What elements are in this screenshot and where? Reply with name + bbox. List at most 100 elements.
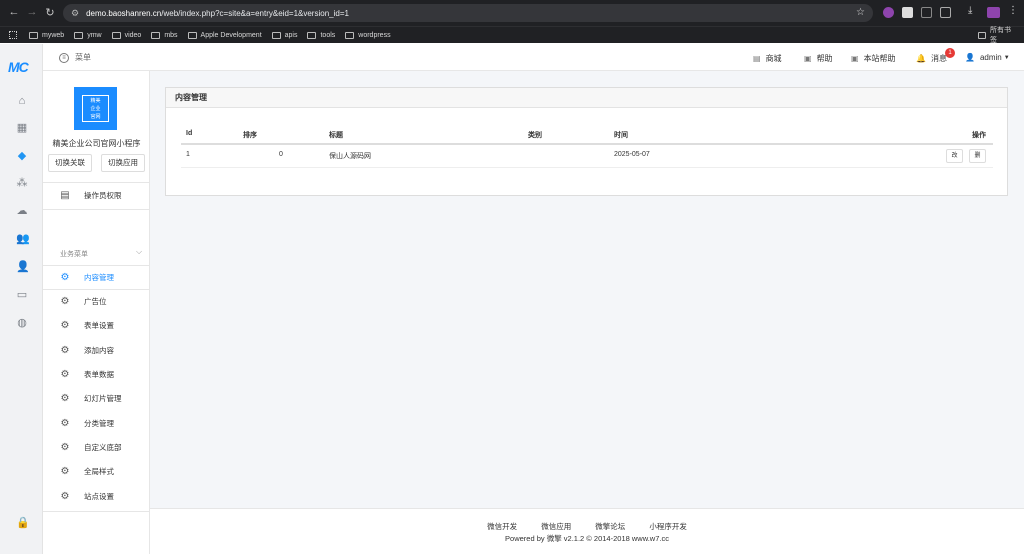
gear-icon: ⚙ [60, 344, 70, 356]
sidebar-item-slides[interactable]: ⚙ 幻灯片管理 [43, 387, 150, 409]
nav-site-help[interactable]: ▣ 本站帮助 [851, 53, 896, 64]
col-header-category: 类别 [528, 132, 542, 139]
folder-icon [187, 31, 197, 39]
sidebar-item-add-content[interactable]: ⚙ 添加内容 [43, 339, 150, 361]
switch-link-button[interactable]: 切换关联 [48, 154, 92, 172]
footer-links: 微信开发 微信应用 微擎论坛 小程序开发 [150, 521, 1024, 532]
col-header-actions: 操作 [972, 132, 986, 139]
url-host: demo.baoshanren.cn [86, 8, 162, 18]
delete-button[interactable]: 删 [969, 149, 986, 163]
extension-icon[interactable] [921, 7, 932, 18]
sidebar-item-form-data[interactable]: ⚙ 表单数据 [43, 363, 150, 385]
col-header-title: 标题 [329, 132, 343, 139]
lock-icon[interactable]: 🔒 [16, 517, 30, 529]
col-header-id: Id [186, 130, 193, 137]
extension-icon[interactable] [902, 7, 913, 18]
col-header-time: 时间 [614, 132, 628, 139]
cell-order: 0 [279, 151, 283, 158]
user-settings-icon[interactable]: 👤 [16, 261, 30, 273]
home-icon[interactable]: ⌂ [16, 95, 28, 107]
edit-button[interactable]: 改 [946, 149, 963, 163]
message-badge: 1 [945, 48, 955, 58]
gear-icon: ⚙ [60, 490, 70, 502]
cube-icon[interactable]: ◆ [16, 150, 28, 162]
gear-icon: ⚙ [60, 271, 70, 283]
gear-icon: ⚙ [60, 319, 70, 331]
footer-link[interactable]: 小程序开发 [649, 522, 687, 531]
cell-id: 1 [186, 151, 190, 158]
sidebar-item-operator-permission[interactable]: ▤ 操作员权限 [43, 184, 150, 206]
url-path: /web/index.php?c=site&a=entry&eid=1&vers… [161, 8, 349, 18]
folder-icon [271, 31, 281, 39]
bell-icon: 🔔 [916, 54, 926, 63]
bookmark-item[interactable]: tools [307, 31, 335, 39]
cell-time: 2025-05-07 [614, 151, 650, 158]
gear-icon: ⚙ [60, 465, 70, 477]
menu-label: 菜单 [75, 53, 91, 62]
col-header-order: 排序 [243, 132, 257, 139]
nav-help[interactable]: ▣ 帮助 [804, 53, 833, 64]
gear-icon: ⚙ [60, 417, 70, 429]
download-icon[interactable]: ⤓ [968, 5, 979, 16]
book-icon: ▣ [851, 54, 859, 63]
bookmark-item[interactable]: Apple Development [187, 31, 262, 39]
forward-icon[interactable]: → [24, 6, 40, 18]
file-icon: ▤ [60, 189, 70, 201]
sidebar-item-custom-footer[interactable]: ⚙ 自定义底部 [43, 436, 150, 458]
back-icon[interactable]: ← [6, 6, 22, 18]
sidebar-item-site-settings[interactable]: ⚙ 站点设置 [43, 485, 150, 507]
menu-toggle[interactable]: ≡ 菜单 [59, 52, 91, 63]
caret-down-icon: ▼ [1003, 54, 1010, 61]
bookmark-item[interactable]: apis [271, 31, 297, 39]
apps-grid-icon[interactable]: ▦ [16, 122, 28, 134]
folder-icon [29, 31, 38, 39]
bookmark-item[interactable]: wordpress [345, 31, 391, 39]
bookmark-star-icon[interactable]: ☆ [856, 7, 865, 18]
bookmark-item[interactable]: ymw [74, 31, 102, 39]
sidebar: 精美 企业 官网 精美企业公司官网小程序 切换关联 切换应用 ▤ 操作员权限 业务… [43, 71, 150, 554]
site-info-icon[interactable]: ⚙ [71, 8, 79, 19]
sidebar-item-ads[interactable]: ⚙ 广告位 [43, 290, 150, 312]
globe-icon[interactable]: ◍ [16, 317, 28, 329]
nav-messages[interactable]: 🔔 消息 [916, 53, 947, 64]
sidebar-item-global-style[interactable]: ⚙ 全局样式 [43, 460, 150, 482]
footer-link[interactable]: 微擎论坛 [595, 522, 625, 531]
nav-user[interactable]: 👤 admin ▼ [965, 53, 1010, 62]
monitor-icon[interactable]: ▭ [16, 289, 28, 301]
gear-icon: ⚙ [60, 392, 70, 404]
nav-mall[interactable]: ▤ 商城 [753, 53, 782, 64]
sidebar-item-form-settings[interactable]: ⚙ 表单设置 [43, 314, 150, 336]
footer-link[interactable]: 微信应用 [541, 522, 571, 531]
site-name: 精美企业公司官网小程序 [52, 139, 141, 148]
folder-icon [111, 31, 121, 39]
users-icon[interactable]: 👥 [16, 233, 30, 245]
extensions-puzzle-icon[interactable] [940, 7, 951, 18]
gear-icon: ⚙ [60, 441, 70, 453]
profile-icon[interactable] [987, 7, 1000, 18]
user-icon: 👤 [965, 53, 975, 62]
bookmark-item[interactable]: mbs [151, 31, 178, 39]
apps-icon[interactable] [9, 31, 17, 39]
app-logo[interactable]: MC [8, 59, 29, 75]
folder-icon [74, 31, 84, 39]
bookmark-item[interactable]: video [111, 31, 141, 39]
modules-icon[interactable]: ⁂ [16, 177, 28, 189]
more-menu-icon[interactable]: ⋮ [1008, 5, 1019, 16]
folder-icon [307, 31, 317, 39]
reload-icon[interactable]: ↻ [42, 6, 58, 19]
cell-title: 保山人源码网 [329, 153, 371, 160]
footer-link[interactable]: 微信开发 [487, 522, 517, 531]
sidebar-item-content[interactable]: ⚙ 内容管理 [43, 266, 150, 288]
folder-icon [345, 31, 355, 39]
section-title: 业务菜单 [60, 251, 88, 258]
site-logo: 精美 企业 官网 [74, 87, 117, 130]
address-bar[interactable]: ⚙ demo.baoshanren.cn/web/index.php?c=sit… [63, 4, 873, 22]
bookmark-item[interactable]: myweb [29, 31, 64, 39]
extension-icon[interactable] [883, 7, 894, 18]
cloud-icon[interactable]: ☁ [16, 205, 28, 217]
help-icon: ▣ [804, 54, 812, 63]
switch-app-button[interactable]: 切换应用 [101, 154, 145, 172]
chevron-down-icon[interactable]: ⌵ [136, 247, 142, 257]
sidebar-item-categories[interactable]: ⚙ 分类管理 [43, 412, 150, 434]
all-bookmarks[interactable]: 所有书签 [978, 25, 1014, 45]
